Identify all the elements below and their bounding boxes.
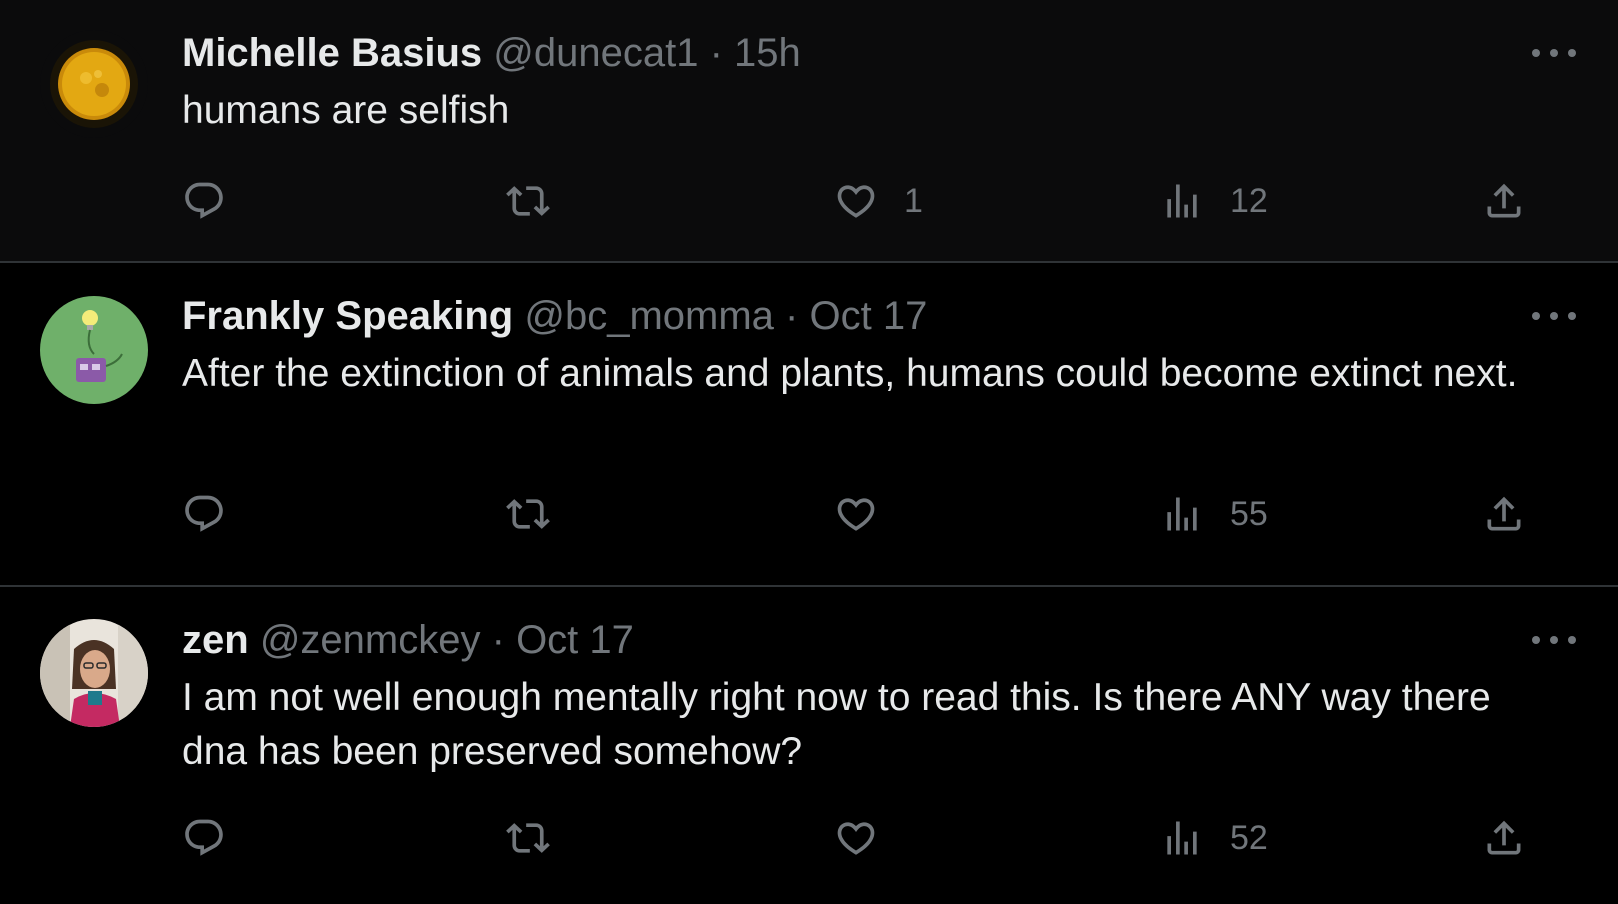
share-icon bbox=[1487, 820, 1521, 855]
reply-button[interactable] bbox=[182, 813, 252, 863]
more-icon[interactable] bbox=[1532, 46, 1576, 60]
separator-dot: · bbox=[491, 618, 505, 662]
share-button[interactable] bbox=[1482, 489, 1526, 539]
views-icon bbox=[1167, 184, 1197, 218]
tweet-content: Frankly Speaking @bc_momma · Oct 17 Afte… bbox=[182, 289, 1568, 401]
views-button[interactable]: 55 bbox=[1160, 489, 1268, 539]
tweet-header: Frankly Speaking @bc_momma · Oct 17 bbox=[182, 289, 1568, 343]
like-button[interactable] bbox=[834, 813, 904, 863]
like-icon bbox=[837, 498, 875, 531]
tweet-content: zen @zenmckey · Oct 17 I am not well eno… bbox=[182, 613, 1568, 779]
retweet-button[interactable] bbox=[506, 813, 576, 863]
tweet[interactable]: zen @zenmckey · Oct 17 I am not well eno… bbox=[0, 587, 1618, 904]
reply-icon bbox=[185, 182, 223, 219]
avatar[interactable] bbox=[40, 296, 148, 404]
views-icon bbox=[1167, 497, 1197, 531]
retweet-icon bbox=[506, 823, 550, 853]
tweet-content: Michelle Basius @dunecat1 · 15h humans a… bbox=[182, 26, 1568, 138]
tweet-actions: 52 bbox=[182, 813, 1577, 863]
tweet-text: After the extinction of animals and plan… bbox=[182, 352, 1518, 395]
more-icon[interactable] bbox=[1532, 309, 1576, 323]
like-button[interactable] bbox=[834, 489, 904, 539]
reply-button[interactable] bbox=[182, 176, 252, 226]
like-button[interactable]: 1 bbox=[834, 176, 923, 226]
view-count: 55 bbox=[1230, 494, 1268, 533]
like-count: 1 bbox=[904, 181, 923, 220]
display-name[interactable]: Michelle Basius bbox=[182, 31, 482, 75]
separator-dot: · bbox=[709, 31, 723, 75]
share-icon bbox=[1487, 496, 1521, 531]
retweet-icon bbox=[506, 186, 550, 216]
views-button[interactable]: 52 bbox=[1160, 813, 1268, 863]
retweet-icon bbox=[506, 499, 550, 529]
views-button[interactable]: 12 bbox=[1160, 176, 1268, 226]
share-button[interactable] bbox=[1482, 813, 1526, 863]
timestamp[interactable]: 15h bbox=[734, 31, 801, 75]
tweet-text: I am not well enough mentally right now … bbox=[182, 676, 1491, 773]
reply-icon bbox=[185, 495, 223, 532]
timestamp[interactable]: Oct 17 bbox=[516, 618, 634, 662]
reply-icon bbox=[185, 819, 223, 856]
avatar[interactable] bbox=[40, 30, 148, 138]
like-icon bbox=[837, 185, 875, 218]
display-name[interactable]: zen bbox=[182, 618, 249, 662]
view-count: 52 bbox=[1230, 818, 1268, 857]
tweet-actions: 55 bbox=[182, 489, 1577, 539]
share-icon bbox=[1487, 183, 1521, 218]
reply-feed: Michelle Basius @dunecat1 · 15h humans a… bbox=[0, 0, 1618, 904]
tweet[interactable]: Frankly Speaking @bc_momma · Oct 17 Afte… bbox=[0, 263, 1618, 587]
tweet[interactable]: Michelle Basius @dunecat1 · 15h humans a… bbox=[0, 0, 1618, 263]
retweet-button[interactable] bbox=[506, 176, 576, 226]
more-icon[interactable] bbox=[1532, 633, 1576, 647]
display-name[interactable]: Frankly Speaking bbox=[182, 294, 513, 338]
like-icon bbox=[837, 822, 875, 855]
user-handle[interactable]: @dunecat1 bbox=[493, 31, 698, 75]
separator-dot: · bbox=[785, 294, 799, 338]
timestamp[interactable]: Oct 17 bbox=[810, 294, 928, 338]
tweet-actions: 1 12 bbox=[182, 176, 1577, 226]
user-handle[interactable]: @bc_momma bbox=[524, 294, 774, 338]
tweet-text: humans are selfish bbox=[182, 89, 510, 132]
avatar[interactable] bbox=[40, 619, 148, 727]
tweet-header: Michelle Basius @dunecat1 · 15h bbox=[182, 26, 1568, 80]
reply-button[interactable] bbox=[182, 489, 252, 539]
views-icon bbox=[1167, 821, 1197, 855]
view-count: 12 bbox=[1230, 181, 1268, 220]
retweet-button[interactable] bbox=[506, 489, 576, 539]
tweet-header: zen @zenmckey · Oct 17 bbox=[182, 613, 1568, 667]
user-handle[interactable]: @zenmckey bbox=[260, 618, 481, 662]
share-button[interactable] bbox=[1482, 176, 1526, 226]
